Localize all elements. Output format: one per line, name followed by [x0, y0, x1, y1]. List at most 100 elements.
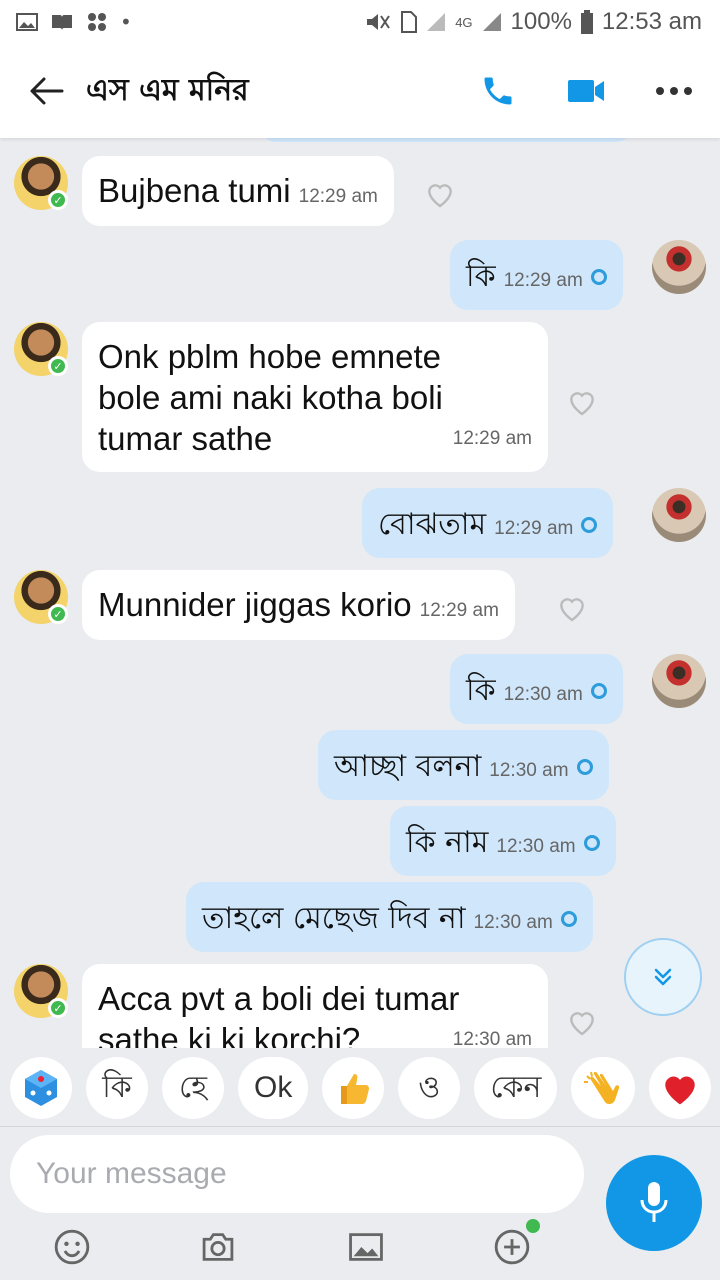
- message-text-line: tumar sathe: [98, 420, 273, 457]
- clapping-hands-icon: [584, 1071, 620, 1105]
- message-time: 12:29 am: [503, 270, 583, 291]
- message-time: 12:30 am: [489, 760, 569, 781]
- message-time: 12:30 am: [503, 684, 583, 705]
- chat-header: এস এম মনির: [0, 44, 720, 138]
- quick-reply-clap[interactable]: [571, 1057, 636, 1119]
- signal-icon-2: [482, 13, 501, 31]
- more-dots-icon: [656, 87, 692, 95]
- message-bubble-incoming[interactable]: Onk pblm hobe emnete bole ami naki kotha…: [82, 322, 548, 472]
- message-bubble-outgoing[interactable]: কি 12:29 am: [450, 240, 623, 310]
- back-button[interactable]: [26, 71, 66, 111]
- message-bubble-incoming[interactable]: Bujbena tumi 12:29 am: [82, 156, 394, 226]
- dice-icon: [25, 1070, 57, 1106]
- more-options-button[interactable]: [654, 71, 694, 111]
- arrow-left-icon: [30, 77, 64, 105]
- online-status-icon: ✓: [48, 356, 68, 376]
- own-avatar: [652, 488, 706, 542]
- plus-circle-icon: [494, 1229, 530, 1265]
- phone-icon: [484, 77, 512, 105]
- message-time: 12:29 am: [419, 600, 499, 621]
- quick-reply-dice[interactable]: [10, 1057, 72, 1119]
- microphone-icon: [640, 1182, 668, 1222]
- book-icon: [52, 15, 72, 30]
- quick-reply-chip[interactable]: কি: [86, 1057, 148, 1119]
- battery-icon: [580, 10, 593, 34]
- video-call-button[interactable]: [566, 71, 606, 111]
- message-time: 12:30 am: [496, 836, 576, 857]
- message-text: Munnider jiggas korio: [98, 586, 412, 623]
- gallery-button[interactable]: [346, 1227, 386, 1267]
- mute-icon: [367, 14, 391, 30]
- like-heart-icon[interactable]: [566, 1006, 598, 1038]
- message-text: কি নাম: [406, 825, 489, 860]
- message-text: তাহলে মেছেজ দিব না: [202, 901, 466, 936]
- previous-message-bubble: [260, 138, 632, 142]
- online-status-icon: ✓: [48, 998, 68, 1018]
- quick-reply-bar[interactable]: কি হে Ok ও কেন: [0, 1048, 720, 1128]
- like-heart-icon[interactable]: [566, 386, 598, 418]
- quick-reply-chip[interactable]: কেন: [474, 1057, 558, 1119]
- own-avatar: [652, 654, 706, 708]
- message-bubble-outgoing[interactable]: বোঝতাম 12:29 am: [362, 488, 614, 558]
- sent-status-icon: [581, 517, 598, 534]
- message-text: বোঝতাম: [378, 507, 487, 542]
- camera-icon: [202, 1233, 234, 1261]
- battery-percent: 100%: [510, 8, 572, 35]
- quick-reply-chip[interactable]: ও: [398, 1057, 461, 1119]
- sent-status-icon: [576, 759, 593, 776]
- message-bubble-outgoing[interactable]: তাহলে মেছেজ দিব না 12:30 am: [186, 882, 593, 952]
- sent-status-icon: [560, 911, 577, 928]
- smiley-icon: [54, 1229, 90, 1265]
- message-list[interactable]: ✓ Bujbena tumi 12:29 am কি 12:29 am ✓ Onk …: [0, 138, 720, 1048]
- video-camera-icon: [568, 80, 604, 102]
- quick-reply-thumbs-up[interactable]: [322, 1057, 385, 1119]
- message-text: কি: [466, 673, 496, 708]
- sent-status-icon: [590, 269, 607, 286]
- quick-reply-heart[interactable]: [649, 1057, 712, 1119]
- message-bubble-outgoing[interactable]: কি 12:30 am: [450, 654, 623, 724]
- message-bubble-incoming[interactable]: Acca pvt a boli dei tumar sathe ki ki ko…: [82, 964, 548, 1048]
- online-status-icon: ✓: [48, 190, 68, 210]
- image-icon: [349, 1233, 383, 1261]
- gallery-icon: [16, 13, 38, 31]
- message-text-line: Onk pblm hobe emnete: [98, 338, 442, 375]
- message-text-line: Acca pvt a boli dei tumar: [98, 980, 460, 1017]
- message-time: 12:29 am: [298, 186, 378, 207]
- status-bar: • 4G 100% 12:53 am: [0, 0, 720, 44]
- quick-reply-chip[interactable]: হে: [162, 1057, 224, 1119]
- sent-status-icon: [590, 683, 607, 700]
- message-text-line: bole ami naki kotha boli: [98, 379, 443, 416]
- message-time: 12:29 am: [452, 428, 532, 449]
- message-time: 12:30 am: [452, 1029, 532, 1048]
- online-status-icon: ✓: [48, 604, 68, 624]
- new-feature-indicator: [526, 1219, 540, 1233]
- message-text: Bujbena tumi: [98, 172, 291, 209]
- add-more-button[interactable]: [492, 1227, 532, 1267]
- message-text: কি: [466, 259, 496, 294]
- message-time: 12:29 am: [494, 518, 574, 539]
- camera-button[interactable]: [198, 1227, 238, 1267]
- record-voice-button[interactable]: [606, 1155, 702, 1251]
- sim-icon: [401, 11, 418, 33]
- message-text: আচ্ছা বলনা: [334, 749, 482, 784]
- emoji-button[interactable]: [52, 1227, 92, 1267]
- message-bubble-outgoing[interactable]: কি নাম 12:30 am: [390, 806, 616, 876]
- like-heart-icon[interactable]: [556, 592, 588, 624]
- message-composer: [0, 1126, 720, 1280]
- sent-status-icon: [583, 835, 600, 852]
- message-bubble-outgoing[interactable]: আচ্ছা বলনা 12:30 am: [318, 730, 609, 800]
- own-avatar: [652, 240, 706, 294]
- message-bubble-incoming[interactable]: Munnider jiggas korio 12:29 am: [82, 570, 515, 640]
- clock: 12:53 am: [601, 8, 702, 35]
- contact-name[interactable]: এস এম মনির: [86, 66, 249, 117]
- notification-dot-icon: •: [120, 10, 132, 34]
- double-chevron-down-icon: [654, 968, 672, 986]
- apps-icon: [88, 13, 106, 31]
- like-heart-icon[interactable]: [424, 178, 456, 210]
- signal-icon: [427, 13, 446, 31]
- quick-reply-chip[interactable]: Ok: [238, 1057, 309, 1119]
- message-input[interactable]: [10, 1135, 584, 1213]
- message-text-line: sathe ki ki korchi?: [98, 1021, 361, 1048]
- voice-call-button[interactable]: [478, 71, 518, 111]
- scroll-to-bottom-button[interactable]: [624, 938, 702, 1016]
